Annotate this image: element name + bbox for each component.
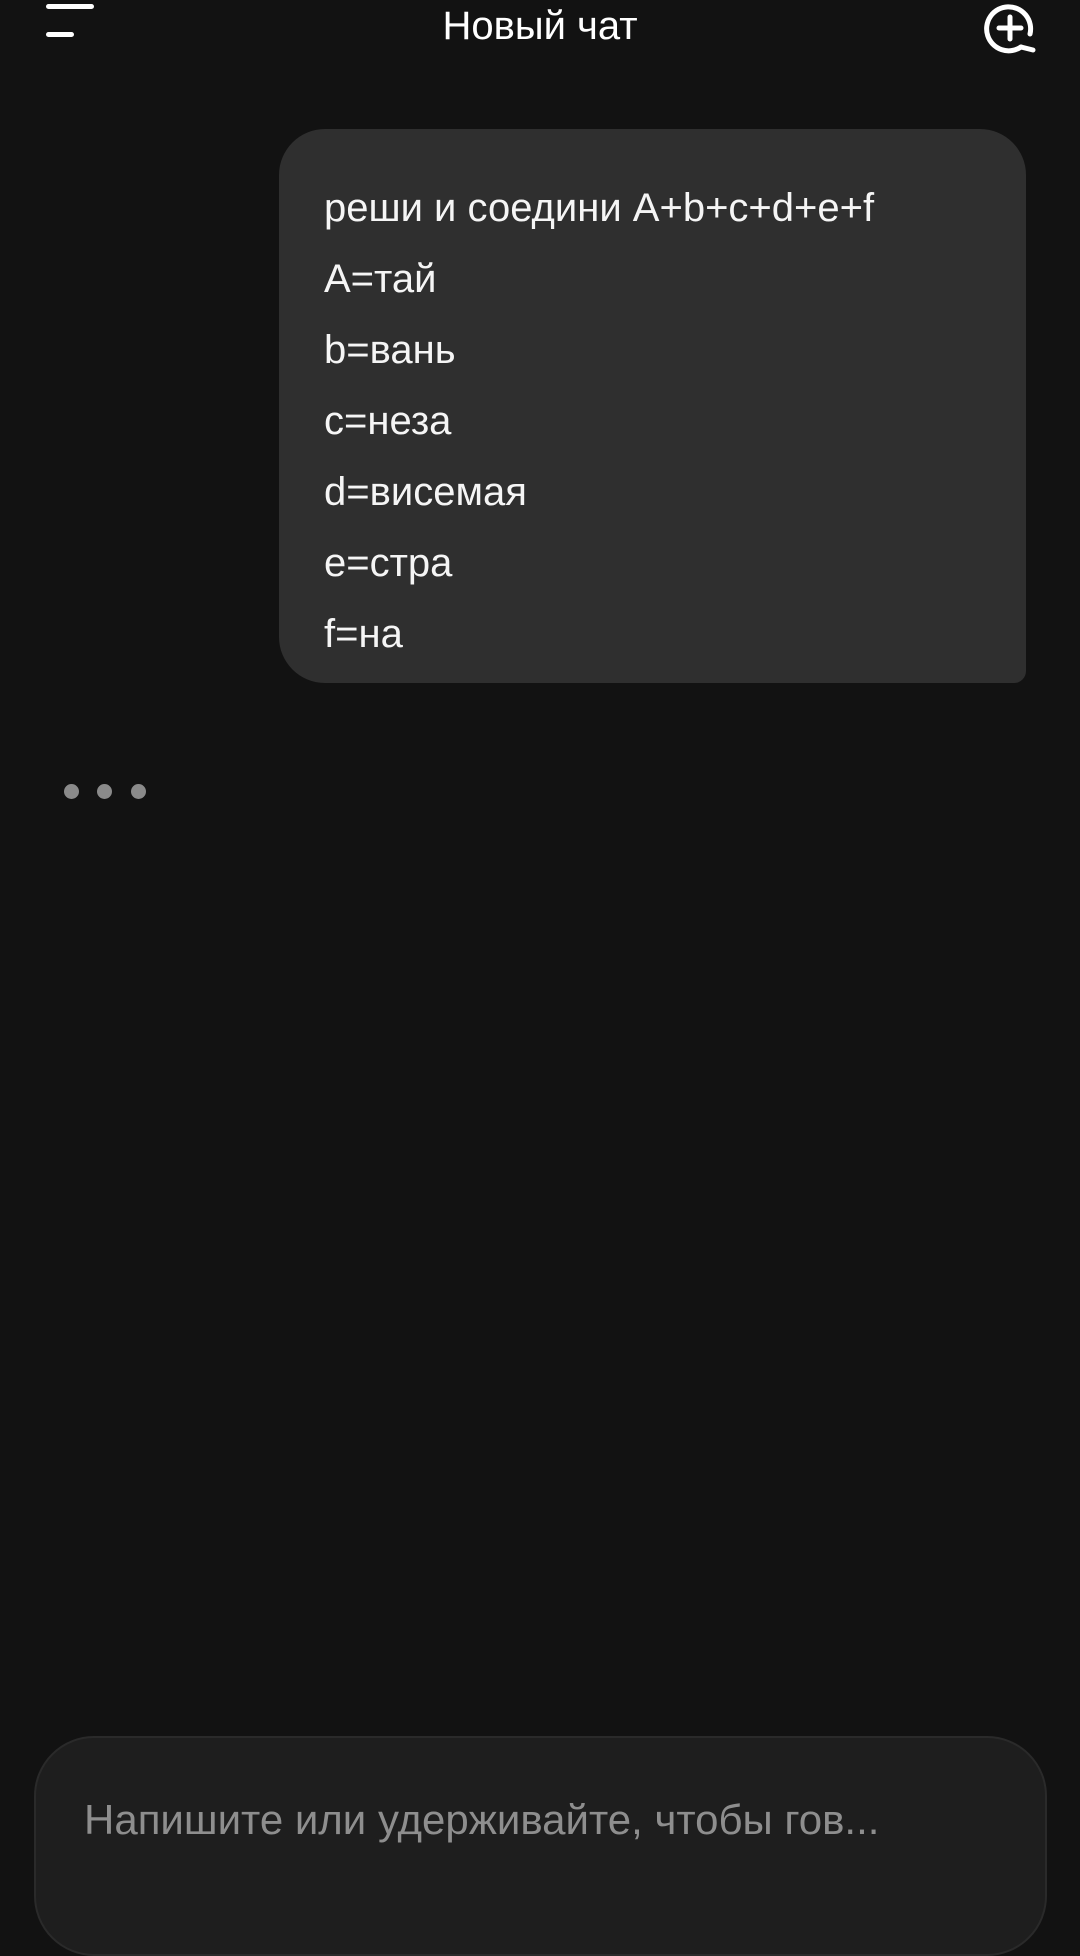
- message-line: f=на: [324, 612, 403, 656]
- top-bar: Новый чат: [0, 0, 1080, 60]
- message-line: b=вань: [324, 328, 456, 372]
- message-line: d=висемая: [324, 470, 527, 514]
- typing-dot: [64, 784, 79, 799]
- typing-indicator: [64, 784, 160, 804]
- message-line: c=неза: [324, 399, 452, 443]
- message-composer[interactable]: [34, 1736, 1047, 1956]
- new-chat-plus-icon: [984, 4, 1036, 54]
- new-chat-button[interactable]: [975, 0, 1045, 60]
- user-message-bubble[interactable]: реши и соедини A+b+c+d+e+f A=тай b=вань …: [279, 129, 1026, 683]
- message-line: e=стра: [324, 541, 453, 585]
- message-line: A=тай: [324, 257, 437, 301]
- typing-dot: [130, 784, 146, 799]
- typing-dot: [97, 784, 113, 799]
- message-line: реши и соедини A+b+c+d+e+f: [324, 186, 875, 230]
- message-input[interactable]: [84, 1790, 984, 1850]
- page-title: Новый чат: [442, 4, 638, 48]
